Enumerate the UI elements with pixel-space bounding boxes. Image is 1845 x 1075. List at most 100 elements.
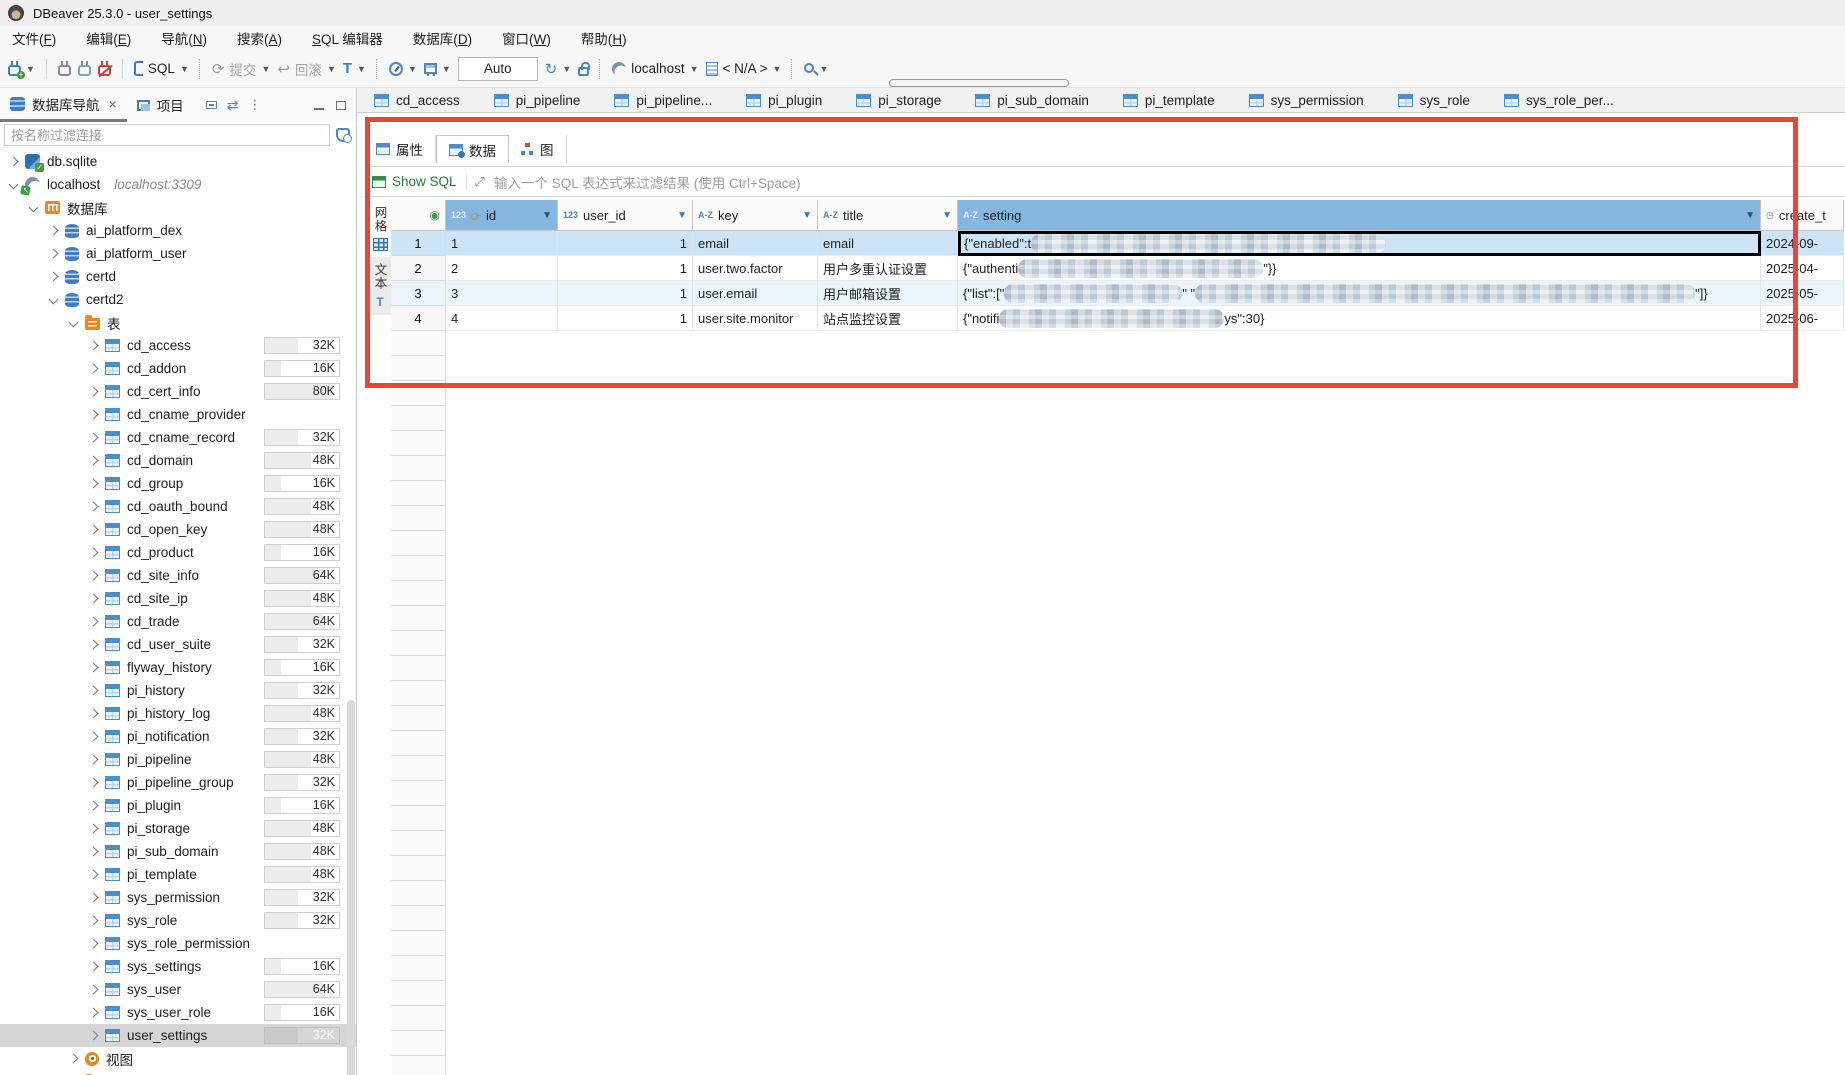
disconnect-icon[interactable]: [98, 65, 111, 76]
view-tab-文本[interactable]: 文本T: [369, 257, 391, 315]
row-number-cell[interactable]: [391, 506, 446, 531]
row-number-cell[interactable]: [391, 956, 446, 981]
row-number-cell[interactable]: [391, 731, 446, 756]
cell-create-time[interactable]: 2025-06-: [1761, 306, 1844, 331]
maximize-icon[interactable]: [336, 101, 346, 110]
result-tab-图[interactable]: 图: [509, 135, 567, 163]
editor-tab-sys_permission[interactable]: sys_permission: [1232, 88, 1381, 112]
chevron-right-icon[interactable]: [89, 824, 99, 834]
cell-user_id[interactable]: 1: [558, 306, 693, 331]
chevron-right-icon[interactable]: [89, 525, 99, 535]
tree-item-db.sqlite[interactable]: ✓db.sqlite: [0, 150, 356, 173]
row-number-cell[interactable]: [391, 631, 446, 656]
transaction-mode-button[interactable]: T ▼: [343, 60, 366, 77]
chevron-right-icon[interactable]: [89, 617, 99, 627]
chevron-right-icon[interactable]: [89, 985, 99, 995]
tree-item-cd_user_suite[interactable]: cd_user_suite32K: [0, 633, 356, 656]
expand-filter-icon[interactable]: ⤢: [466, 174, 485, 190]
chevron-right-icon[interactable]: [89, 594, 99, 604]
chevron-right-icon[interactable]: [89, 778, 99, 788]
row-number-cell[interactable]: [391, 331, 446, 356]
connection-filter-input[interactable]: [4, 124, 330, 146]
cell-setting[interactable]: {"enabled":t: [958, 231, 1761, 256]
chevron-right-icon[interactable]: [89, 1031, 99, 1041]
link-editor-icon[interactable]: ⇄: [227, 97, 239, 114]
chevron-right-icon[interactable]: [89, 732, 99, 742]
chevron-right-icon[interactable]: [89, 571, 99, 581]
editor-tab-pi_template[interactable]: pi_template: [1106, 88, 1232, 112]
tree-item-sys_role[interactable]: sys_role32K: [0, 909, 356, 932]
commit-button[interactable]: ⟳ 提交 ▼: [212, 59, 271, 79]
cell-key[interactable]: user.two.factor: [693, 256, 818, 281]
column-dropdown-icon[interactable]: ▼: [542, 210, 552, 221]
tree-item[interactable]: [0, 1070, 356, 1075]
connection-filter-icon[interactable]: [336, 128, 350, 142]
search-button[interactable]: ▼: [804, 64, 828, 74]
row-number-cell[interactable]: [391, 881, 446, 906]
chevron-right-icon[interactable]: [89, 709, 99, 719]
chevron-right-icon[interactable]: [49, 272, 59, 282]
tree-item-cd_open_key[interactable]: cd_open_key48K: [0, 518, 356, 541]
chevron-right-icon[interactable]: [89, 755, 99, 765]
cell-title[interactable]: email: [818, 231, 958, 256]
row-number-cell[interactable]: [391, 1031, 446, 1056]
chevron-right-icon[interactable]: [89, 640, 99, 650]
cell-setting[interactable]: {"authenti"}}: [958, 256, 1761, 281]
server-tools-button[interactable]: ▼: [424, 63, 451, 74]
row-number-cell[interactable]: [391, 581, 446, 606]
row-number-cell[interactable]: [391, 606, 446, 631]
chevron-right-icon[interactable]: [89, 870, 99, 880]
cell-key[interactable]: email: [693, 231, 818, 256]
row-number-cell[interactable]: [391, 431, 446, 456]
column-dropdown-icon[interactable]: ▼: [942, 210, 952, 221]
connect-icon[interactable]: [58, 65, 71, 76]
tree-item-pi_history[interactable]: pi_history32K: [0, 679, 356, 702]
cell-title[interactable]: 用户邮箱设置: [818, 281, 958, 306]
cell-key[interactable]: user.email: [693, 281, 818, 306]
column-header-setting[interactable]: A-Zsetting▼: [958, 200, 1761, 231]
column-header-key[interactable]: A-Zkey▼: [693, 200, 818, 231]
menu-item-f[interactable]: 文件(F): [12, 28, 56, 48]
chevron-down-icon[interactable]: [9, 180, 19, 190]
view-menu-icon[interactable]: ⋮: [248, 97, 261, 113]
chevron-down-icon[interactable]: [69, 318, 79, 328]
cell-setting[interactable]: {"list":["" ""]}: [958, 281, 1761, 306]
chevron-right-icon[interactable]: [69, 1054, 79, 1064]
cell-id[interactable]: 2: [446, 256, 558, 281]
editor-tab-pi_storage[interactable]: pi_storage: [839, 88, 958, 112]
tree-item-cd_site_ip[interactable]: cd_site_ip48K: [0, 587, 356, 610]
tree-item-pi_notification[interactable]: pi_notification32K: [0, 725, 356, 748]
chevron-right-icon[interactable]: [89, 939, 99, 949]
tree-item-pi_sub_domain[interactable]: pi_sub_domain48K: [0, 840, 356, 863]
editor-tab-pi_plugin[interactable]: pi_plugin: [729, 88, 839, 112]
menu-item-w[interactable]: 窗口(W): [502, 28, 551, 48]
result-tab-数据[interactable]: 数据: [436, 135, 509, 163]
menu-item-e[interactable]: 编辑(E): [86, 28, 131, 48]
chevron-right-icon[interactable]: [49, 249, 59, 259]
chevron-down-icon[interactable]: ▼: [327, 64, 336, 74]
cell-id[interactable]: 4: [446, 306, 558, 331]
cell-id[interactable]: 3: [446, 281, 558, 306]
tree-item-pi_history_log[interactable]: pi_history_log48K: [0, 702, 356, 725]
tree-item-certd2[interactable]: certd2: [0, 288, 356, 311]
tree-item-certd[interactable]: certd: [0, 265, 356, 288]
sql-editor-button[interactable]: SQL ▼: [134, 61, 189, 76]
column-dropdown-icon[interactable]: ▼: [1745, 210, 1755, 221]
chevron-right-icon[interactable]: [89, 1008, 99, 1018]
menu-item-h[interactable]: 帮助(H): [581, 28, 627, 48]
menu-item-a[interactable]: 搜索(A): [237, 28, 282, 48]
column-header-create_t[interactable]: ◷create_t: [1761, 200, 1844, 231]
tab-database-navigator[interactable]: 数据库导航 ×: [0, 88, 127, 122]
row-number-cell[interactable]: [391, 806, 446, 831]
tree-item-pi_template[interactable]: pi_template48K: [0, 863, 356, 886]
tree-item-cd_cname_record[interactable]: cd_cname_record32K: [0, 426, 356, 449]
chevron-right-icon[interactable]: [89, 916, 99, 926]
menu-item-d[interactable]: 数据库(D): [413, 28, 472, 48]
refresh-button[interactable]: ↻ ▼: [545, 60, 572, 78]
row-number-cell[interactable]: [391, 906, 446, 931]
close-icon[interactable]: ×: [109, 96, 117, 112]
row-number-cell[interactable]: 2: [391, 256, 446, 281]
tree-item-localhost[interactable]: ✓localhostlocalhost:3309: [0, 173, 356, 196]
tree-item-sys_settings[interactable]: sys_settings16K: [0, 955, 356, 978]
row-number-cell[interactable]: [391, 706, 446, 731]
